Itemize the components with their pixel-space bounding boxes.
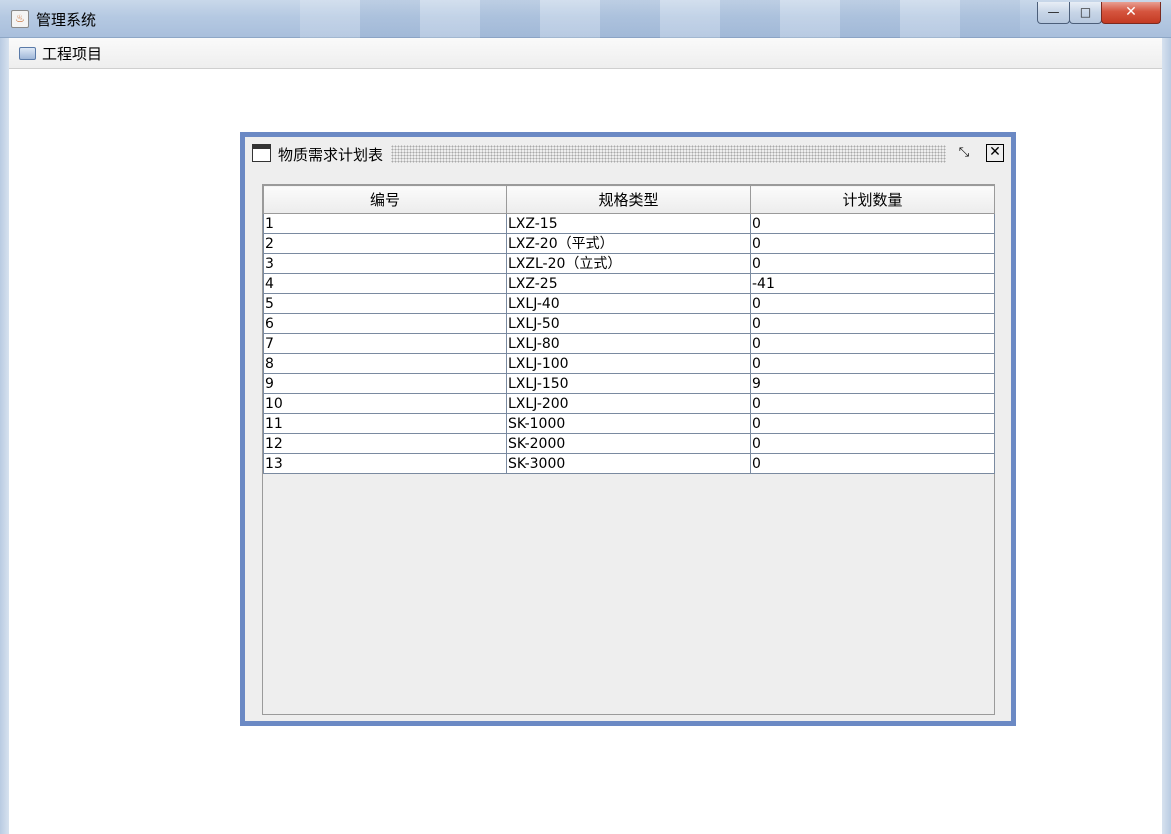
table-scroll-pane[interactable]: 编号 规格类型 计划数量 1 LXZ-15 0 2 LXZ-20（平式） 0 3 LXZL-2… (262, 184, 995, 715)
cell-id[interactable]: 7 (263, 333, 507, 354)
cell-quantity[interactable]: 9 (750, 373, 995, 394)
cell-id[interactable]: 12 (263, 433, 507, 454)
cell-quantity[interactable]: 0 (750, 353, 995, 374)
minimize-icon: — (1047, 5, 1060, 19)
cell-spec[interactable]: LXLJ-200 (506, 393, 751, 414)
menu-bar: 工程项目 (9, 38, 1162, 69)
table-header-row: 编号 规格类型 计划数量 (263, 185, 995, 214)
cell-quantity[interactable]: 0 (750, 413, 995, 434)
internal-frame-close-button[interactable]: ✕ (986, 144, 1004, 162)
cell-id[interactable]: 2 (263, 233, 507, 254)
window-title: 管理系统 (36, 11, 97, 29)
table-body: 1 LXZ-15 0 2 LXZ-20（平式） 0 3 LXZL-20（立式） 0 4 LXZ-25… (263, 213, 995, 474)
cell-id[interactable]: 3 (263, 253, 507, 274)
cell-id[interactable]: 5 (263, 293, 507, 314)
cell-spec[interactable]: SK-2000 (506, 433, 751, 454)
cell-quantity[interactable]: 0 (750, 253, 995, 274)
cell-id[interactable]: 6 (263, 313, 507, 334)
frame-window-icon (252, 144, 271, 162)
cell-spec[interactable]: LXZ-20（平式） (506, 233, 751, 254)
table-row[interactable]: 7 LXLJ-80 0 (263, 333, 995, 354)
cell-quantity[interactable]: 0 (750, 433, 995, 454)
cell-id[interactable]: 10 (263, 393, 507, 414)
table-row[interactable]: 1 LXZ-15 0 (263, 213, 995, 234)
cell-spec[interactable]: LXZ-15 (506, 213, 751, 234)
project-menu-icon (19, 46, 36, 60)
window-titlebar[interactable]: ♨ 管理系统 — □ ✕ (0, 0, 1171, 38)
menu-item-label: 工程项目 (42, 44, 103, 63)
titlebar-grip (391, 145, 946, 163)
cell-quantity[interactable]: 0 (750, 213, 995, 234)
table-row[interactable]: 3 LXZL-20（立式） 0 (263, 253, 995, 274)
close-button[interactable]: ✕ (1101, 2, 1161, 24)
cell-spec[interactable]: LXZ-25 (506, 273, 751, 294)
internal-frame: 物质需求计划表 ⤡ ✕ 编号 规格类型 计划数量 1 LXZ-15 0 2 LXZ- (240, 132, 1016, 726)
table-row[interactable]: 12 SK-2000 0 (263, 433, 995, 454)
cell-spec[interactable]: SK-3000 (506, 453, 751, 474)
table-row[interactable]: 10 LXLJ-200 0 (263, 393, 995, 414)
close-icon: ✕ (1125, 4, 1137, 20)
cell-id[interactable]: 11 (263, 413, 507, 434)
cell-spec[interactable]: SK-1000 (506, 413, 751, 434)
cell-quantity[interactable]: 0 (750, 233, 995, 254)
window-right-border (1162, 38, 1171, 834)
minimize-button[interactable]: — (1037, 2, 1070, 24)
cell-id[interactable]: 8 (263, 353, 507, 374)
iconify-button[interactable]: ⤡ (953, 143, 975, 163)
table-row[interactable]: 6 LXLJ-50 0 (263, 313, 995, 334)
java-app-icon: ♨ (11, 10, 29, 28)
cell-quantity[interactable]: -41 (750, 273, 995, 294)
column-header-quantity[interactable]: 计划数量 (750, 185, 995, 214)
cell-quantity[interactable]: 0 (750, 313, 995, 334)
menu-item-project[interactable]: 工程项目 (15, 42, 106, 64)
cell-spec[interactable]: LXLJ-150 (506, 373, 751, 394)
iconify-icon: ⤡ (958, 145, 970, 160)
cell-id[interactable]: 9 (263, 373, 507, 394)
internal-frame-title: 物质需求计划表 (278, 146, 384, 164)
column-header-spec[interactable]: 规格类型 (506, 185, 751, 214)
table-row[interactable]: 5 LXLJ-40 0 (263, 293, 995, 314)
main-window: ♨ 管理系统 — □ ✕ 工程项目 物质需求计划表 ⤡ ✕ 编号 规格类型 计划… (0, 0, 1171, 834)
table-row[interactable]: 4 LXZ-25 -41 (263, 273, 995, 294)
cell-spec[interactable]: LXLJ-40 (506, 293, 751, 314)
table-row[interactable]: 8 LXLJ-100 0 (263, 353, 995, 374)
cell-quantity[interactable]: 0 (750, 293, 995, 314)
titlebar-glass (300, 0, 1020, 38)
close-icon: ✕ (989, 144, 1001, 160)
cell-quantity[interactable]: 0 (750, 453, 995, 474)
cell-id[interactable]: 1 (263, 213, 507, 234)
cell-quantity[interactable]: 0 (750, 333, 995, 354)
table-row[interactable]: 11 SK-1000 0 (263, 413, 995, 434)
cell-quantity[interactable]: 0 (750, 393, 995, 414)
cell-id[interactable]: 4 (263, 273, 507, 294)
material-plan-table: 编号 规格类型 计划数量 1 LXZ-15 0 2 LXZ-20（平式） 0 3 LXZL-2… (263, 185, 995, 474)
cell-id[interactable]: 13 (263, 453, 507, 474)
cell-spec[interactable]: LXLJ-50 (506, 313, 751, 334)
table-row[interactable]: 2 LXZ-20（平式） 0 (263, 233, 995, 254)
internal-frame-titlebar[interactable]: 物质需求计划表 ⤡ ✕ (245, 137, 1011, 170)
maximize-icon: □ (1079, 5, 1092, 19)
maximize-button[interactable]: □ (1069, 2, 1102, 24)
cell-spec[interactable]: LXLJ-80 (506, 333, 751, 354)
cell-spec[interactable]: LXLJ-100 (506, 353, 751, 374)
column-header-id[interactable]: 编号 (263, 185, 507, 214)
cell-spec[interactable]: LXZL-20（立式） (506, 253, 751, 274)
table-row[interactable]: 9 LXLJ-150 9 (263, 373, 995, 394)
window-left-border (0, 38, 9, 834)
table-row[interactable]: 13 SK-3000 0 (263, 453, 995, 474)
